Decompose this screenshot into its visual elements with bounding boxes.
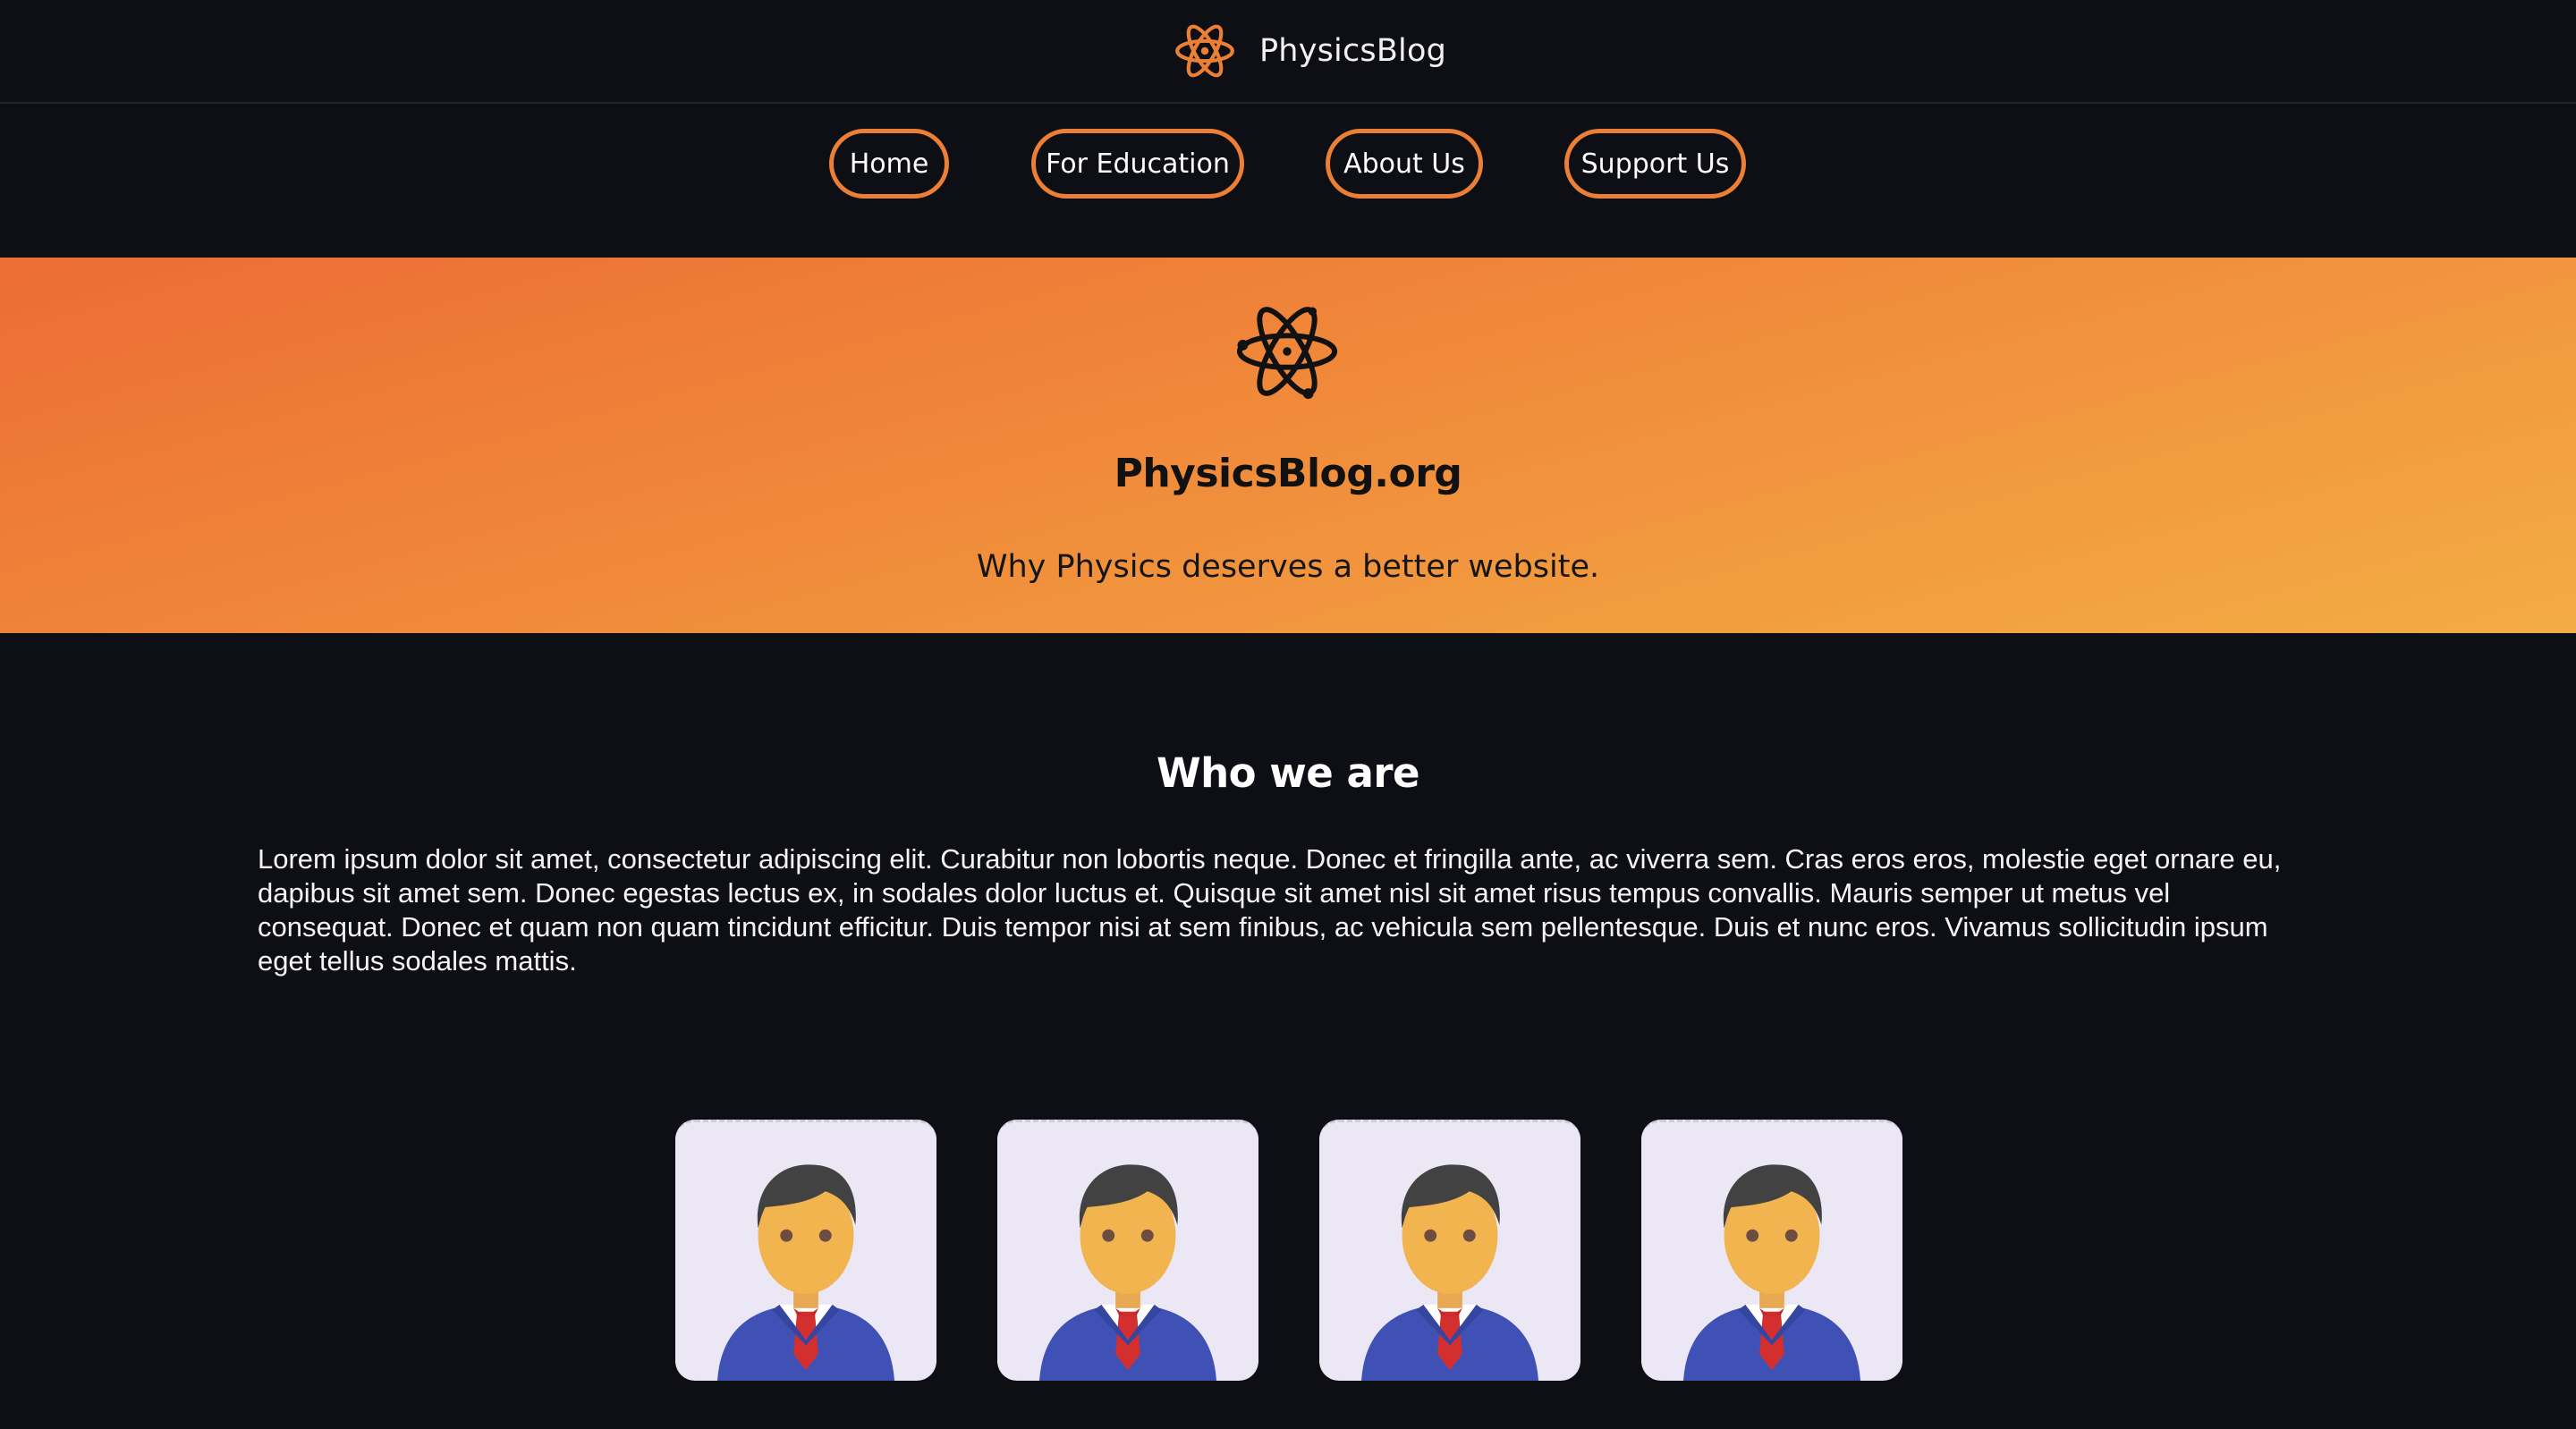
person-avatar-icon bbox=[1039, 1164, 1216, 1381]
person-avatar-icon bbox=[1361, 1164, 1538, 1381]
person-avatar-icon bbox=[717, 1164, 894, 1381]
hero-subtitle: Why Physics deserves a better website. bbox=[976, 549, 1600, 585]
team-grid bbox=[0, 1120, 2576, 1382]
brand[interactable]: PhysicsBlog bbox=[1174, 20, 1446, 82]
team-member-card[interactable] bbox=[1319, 1120, 1580, 1381]
nav-for-education-button[interactable]: For Education bbox=[1031, 129, 1244, 199]
team-member-card[interactable] bbox=[1641, 1120, 1902, 1381]
main-nav: Home For Education About Us Support Us bbox=[0, 104, 2576, 258]
team-member-card[interactable] bbox=[675, 1120, 936, 1381]
nav-about-us-button[interactable]: About Us bbox=[1326, 129, 1483, 199]
nav-support-us-button[interactable]: Support Us bbox=[1564, 129, 1746, 199]
brand-name: PhysicsBlog bbox=[1259, 33, 1447, 69]
person-avatar-icon bbox=[1683, 1164, 1860, 1381]
team-member-card[interactable] bbox=[997, 1120, 1258, 1381]
nav-home-button[interactable]: Home bbox=[829, 129, 949, 199]
about-heading: Who we are bbox=[1156, 749, 1420, 797]
about-paragraph: Lorem ipsum dolor sit amet, consectetur … bbox=[258, 843, 2282, 977]
hero-banner: PhysicsBlog.org Why Physics deserves a b… bbox=[0, 258, 2576, 633]
atom-icon bbox=[1175, 24, 1234, 78]
top-bar: PhysicsBlog bbox=[0, 0, 2576, 104]
hero-title: PhysicsBlog.org bbox=[1114, 451, 1462, 496]
atom-icon bbox=[1236, 307, 1338, 400]
